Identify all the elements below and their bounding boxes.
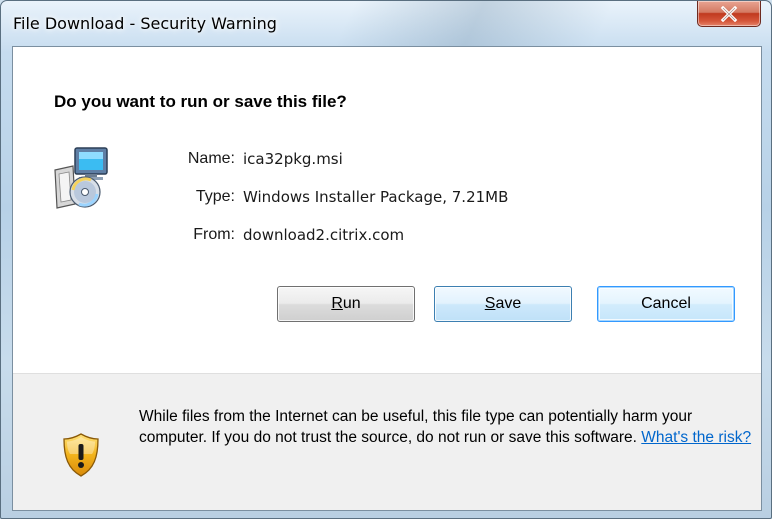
type-label: Type: <box>195 188 235 205</box>
run-button[interactable]: Run <box>277 286 415 322</box>
save-button[interactable]: Save <box>434 286 572 322</box>
run-label-rest: un <box>342 295 361 312</box>
dialog-client-area: Do you want to run or save this file? Na… <box>12 46 762 511</box>
save-button-label: Save <box>485 295 521 313</box>
file-name-value: ica32pkg.msi <box>243 150 343 168</box>
warning-message: While files from the Internet can be use… <box>139 408 693 446</box>
file-type-value: Windows Installer Package, 7.21MB <box>243 188 509 206</box>
save-label-rest: ave <box>495 295 522 312</box>
save-mnemonic: S <box>484 295 496 312</box>
shield-warning-icon <box>63 433 99 477</box>
dialog-window: File Download - Security Warning Do you … <box>0 0 772 519</box>
whats-the-risk-link[interactable]: What's the risk? <box>641 429 751 446</box>
window-title: File Download - Security Warning <box>13 14 277 33</box>
installer-package-icon <box>54 147 108 209</box>
panel-divider <box>13 373 761 374</box>
close-icon <box>720 5 738 22</box>
file-info-panel: Do you want to run or save this file? Na… <box>13 47 761 373</box>
file-source-value: download2.citrix.com <box>243 226 405 244</box>
cancel-button[interactable]: Cancel <box>597 286 735 322</box>
run-mnemonic: R <box>331 295 343 312</box>
name-label: Name: <box>187 150 235 167</box>
close-button[interactable] <box>697 1 761 27</box>
from-label: From: <box>193 226 235 243</box>
run-button-label: Run <box>331 295 360 313</box>
security-warning-text: While files from the Internet can be use… <box>139 406 754 448</box>
cancel-button-label: Cancel <box>641 295 691 312</box>
dialog-question: Do you want to run or save this file? <box>54 92 347 111</box>
